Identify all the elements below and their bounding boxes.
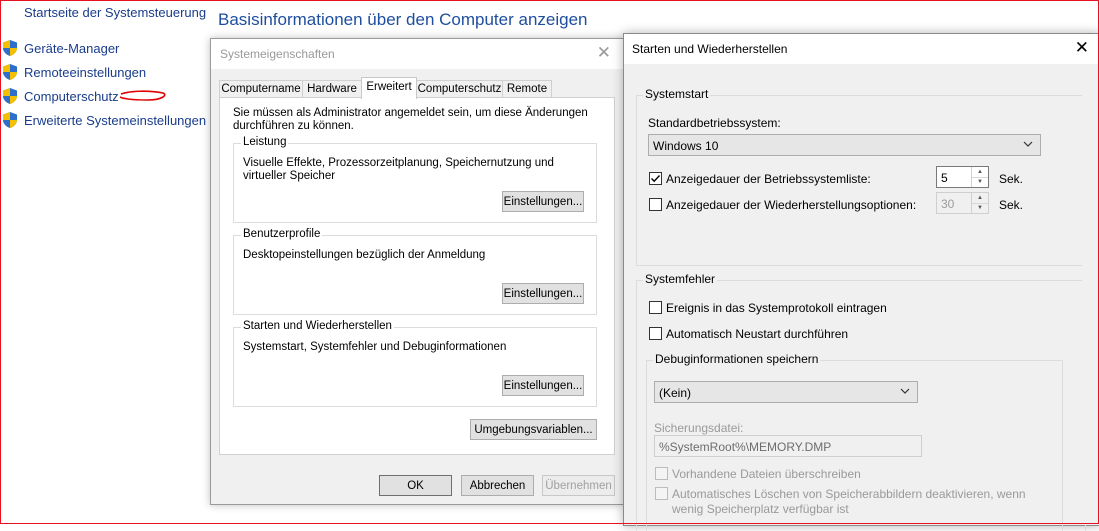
system-protection-link[interactable]: Computerschutz [0, 86, 119, 106]
control-panel-home-link[interactable]: Startseite der Systemsteuerung [24, 5, 206, 20]
fieldset-caption: Debuginformationen speichern [653, 352, 821, 366]
spinner-buttons[interactable]: ▲ ▼ [971, 167, 988, 187]
spin-down-icon[interactable]: ▼ [972, 177, 988, 187]
show-recovery-label: Anzeigedauer der Wiederherstellungsoptio… [666, 198, 917, 212]
tab-computerschutz[interactable]: Computerschutz [416, 80, 503, 98]
unit-label: Sek. [999, 198, 1024, 212]
unit-label: Sek. [999, 172, 1024, 186]
default-os-value: Windows 10 [653, 139, 719, 153]
close-icon[interactable]: ✕ [597, 43, 611, 63]
tab-erweitert[interactable]: Erweitert [361, 77, 417, 99]
default-os-select[interactable]: Windows 10 [648, 134, 1041, 156]
show-list-checkbox[interactable] [649, 172, 662, 185]
dialog-titlebar: Systemeigenschaften ✕ [211, 39, 623, 69]
uac-shield-icon [3, 64, 17, 80]
fieldset-systemfehler: Systemfehler Ereignis in das Systemproto… [636, 272, 1086, 531]
group-starten-wiederherstellen: Starten und Wiederherstellen Systemstart… [233, 320, 597, 407]
show-recovery-value: 30 [941, 197, 955, 211]
group-description: Systemstart, Systemfehler und Debuginfor… [243, 341, 507, 353]
tab-remote[interactable]: Remote [502, 80, 552, 98]
dump-file-label: Sicherungsdatei: [654, 421, 744, 435]
leistung-settings-button[interactable]: Einstellungen... [502, 191, 584, 212]
ok-button[interactable]: OK [379, 475, 452, 496]
group-caption: Benutzerprofile [241, 228, 323, 240]
uac-shield-icon [3, 88, 17, 104]
show-list-label: Anzeigedauer der Betriebssystemliste: [666, 172, 871, 186]
startup-recovery-dialog: Starten und Wiederherstellen ✕ Systemsta… [623, 33, 1099, 531]
fieldset-caption: Systemfehler [643, 272, 718, 286]
spinner-buttons[interactable]: ▲ ▼ [971, 193, 988, 213]
startup-settings-button[interactable]: Einstellungen... [502, 375, 584, 396]
environment-variables-button[interactable]: Umgebungsvariablen... [470, 419, 597, 440]
group-caption: Leistung [241, 136, 289, 148]
chevron-down-icon [1023, 141, 1033, 147]
tab-hardware[interactable]: Hardware [302, 80, 362, 98]
overwrite-checkbox[interactable] [655, 467, 668, 480]
uac-shield-icon [3, 112, 17, 128]
device-manager-label: Geräte-Manager [24, 40, 120, 56]
dialog-title: Starten und Wiederherstellen [632, 42, 788, 56]
remote-settings-label: Remoteeinstellungen [24, 64, 147, 80]
page-title: Basisinformationen über den Computer anz… [218, 10, 588, 29]
auto-delete-label: Automatisches Löschen von Speicherabbild… [672, 487, 1026, 516]
dump-file-input[interactable]: %SystemRoot%\MEMORY.DMP [654, 435, 922, 457]
group-description: Desktopeinstellungen bezüglich der Anmel… [243, 249, 486, 261]
fieldset-debug: Debuginformationen speichern (Kein) Sich… [646, 352, 1063, 531]
advanced-system-settings-label: Erweiterte Systemeinstellungen [24, 112, 207, 128]
show-recovery-checkbox[interactable] [649, 198, 662, 211]
dialog-titlebar: Starten und Wiederherstellen ✕ [624, 34, 1099, 64]
fieldset-systemstart: Systemstart Standardbetriebssystem: Wind… [636, 87, 1086, 266]
dialog-title: Systemeigenschaften [220, 47, 335, 61]
auto-restart-label: Automatisch Neustart durchführen [666, 327, 849, 341]
default-os-label: Standardbetriebssystem: [648, 116, 781, 130]
profile-settings-button[interactable]: Einstellungen... [502, 283, 584, 304]
device-manager-link[interactable]: Geräte-Manager [0, 38, 119, 58]
log-event-label: Ereignis in das Systemprotokoll eintrage… [666, 301, 887, 315]
group-leistung: Leistung Visuelle Effekte, Prozessorzeit… [233, 136, 597, 223]
log-event-checkbox[interactable] [649, 301, 662, 314]
uac-shield-icon [3, 40, 17, 56]
admin-note: Sie müssen als Administrator angemeldet … [233, 107, 588, 132]
spin-down-icon[interactable]: ▼ [972, 203, 988, 213]
close-icon[interactable]: ✕ [1075, 38, 1089, 58]
apply-button[interactable]: Übernehmen [542, 475, 615, 496]
tab-computername[interactable]: Computername [219, 80, 303, 98]
system-properties-dialog: Systemeigenschaften ✕ Computername Hardw… [210, 38, 624, 505]
fieldset-caption: Systemstart [643, 87, 711, 101]
group-benutzerprofile: Benutzerprofile Desktopeinstellungen bez… [233, 228, 597, 315]
checkmark-icon [651, 175, 661, 183]
show-recovery-spinner[interactable]: 30 ▲ ▼ [936, 192, 989, 214]
cancel-button[interactable]: Abbrechen [461, 475, 534, 496]
debug-info-value: (Kein) [659, 386, 692, 400]
overwrite-label: Vorhandene Dateien überschreiben [672, 467, 861, 481]
auto-restart-checkbox[interactable] [649, 327, 662, 340]
tab-pane-erweitert: Sie müssen als Administrator angemeldet … [219, 97, 615, 455]
show-list-spinner[interactable]: 5 ▲ ▼ [936, 166, 989, 188]
group-description: Visuelle Effekte, Prozessorzeitplanung, … [243, 157, 554, 182]
debug-info-select[interactable]: (Kein) [654, 381, 918, 403]
remote-settings-link[interactable]: Remoteeinstellungen [0, 62, 146, 82]
group-caption: Starten und Wiederherstellen [241, 320, 394, 332]
scrollbar[interactable] [1082, 64, 1099, 525]
system-protection-label: Computerschutz [24, 88, 119, 104]
dump-file-value: %SystemRoot%\MEMORY.DMP [659, 440, 832, 454]
show-list-value: 5 [941, 171, 948, 185]
advanced-system-settings-link[interactable]: Erweiterte Systemeinstellungen [0, 110, 206, 130]
chevron-down-icon [900, 388, 910, 394]
auto-delete-checkbox[interactable] [655, 487, 668, 500]
red-underline-annotation [119, 90, 166, 101]
